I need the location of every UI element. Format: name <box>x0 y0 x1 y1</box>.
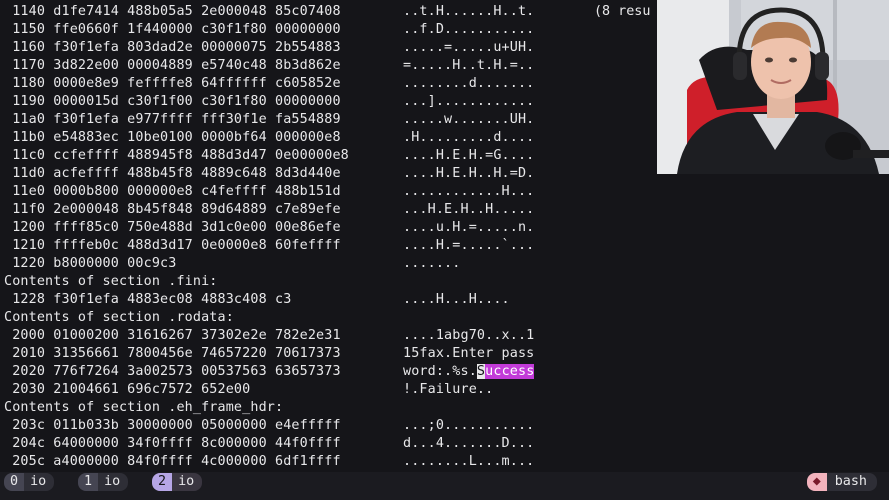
hexdump-ascii: ....1abg70..x..1 <box>403 328 535 343</box>
tmux-status-bar: 0 io 1 io 2 io ◆ bash <box>0 472 889 500</box>
terminal-line: 2030 21004661 696c7572 652e00 !.Failure.. <box>4 381 493 399</box>
terminal-line: 11e0 0000b800 000000e8 c4feffff 488b151d… <box>4 183 534 201</box>
hexdump-ascii: ....... <box>403 256 461 271</box>
hexdump-bytes: 1160 f30f1efa 803dad2e 00000075 2b554883 <box>4 40 341 55</box>
hexdump-ascii: ....H.E.H..H.=D. <box>403 166 535 181</box>
hexdump-bytes: 11a0 f30f1efa e977ffff fff30f1e fa554889 <box>4 112 341 127</box>
hexdump-bytes: 1220 b8000000 00c9c3 <box>4 256 177 271</box>
tmux-session-indicator: ◆ bash <box>806 473 877 491</box>
hexdump-bytes: 1200 ffff85c0 750e488d 3d1c0e00 00e86efe <box>4 220 341 235</box>
terminal-line: 2020 776f7264 3a002573 00537563 63657373… <box>4 363 535 381</box>
hexdump-bytes: 2030 21004661 696c7572 652e00 <box>4 382 251 397</box>
hexdump-ascii: ...H.E.H..H..... <box>403 202 535 217</box>
webcam-overlay <box>657 0 889 174</box>
search-match-highlight: uccess <box>485 364 535 379</box>
hexdump-bytes: 11c0 ccfeffff 488945f8 488d3d47 0e00000e… <box>4 148 349 163</box>
tmux-window-1[interactable]: 1 io <box>78 473 129 491</box>
terminal-line: 11c0 ccfeffff 488945f8 488d3d47 0e00000e… <box>4 147 534 165</box>
hexdump-ascii: .....=.....u+UH. <box>403 40 535 55</box>
terminal-line: 205c a4000000 84f0ffff 4c000000 6df1ffff… <box>4 453 534 471</box>
hexdump-bytes: 11e0 0000b800 000000e8 c4feffff 488b151d <box>4 184 341 199</box>
search-match-cursor: S <box>476 364 486 379</box>
hexdump-bytes: Contents of section .rodata: <box>4 310 234 325</box>
hexdump-bytes: Contents of section .eh_frame_hdr: <box>4 400 284 415</box>
terminal-line: 1170 3d822e00 00004889 e5740c48 8b3d862e… <box>4 57 534 75</box>
hexdump-bytes: 2010 31356661 7800456e 74657220 70617373 <box>4 346 341 361</box>
session-name: bash <box>826 473 877 491</box>
terminal-line: Contents of section .fini: <box>4 273 218 291</box>
hexdump-bytes: Contents of section .fini: <box>4 274 218 289</box>
terminal-line: 1140 d1fe7414 488b05a5 2e000048 85c07408… <box>4 3 534 21</box>
ascii-prefix: word:.%s. <box>403 364 477 379</box>
hexdump-ascii: ...;0........... <box>403 418 535 433</box>
hexdump-ascii: word:.%s.Success <box>403 363 535 381</box>
webcam-image <box>657 0 889 174</box>
hexdump-bytes: 205c a4000000 84f0ffff 4c000000 6df1ffff <box>4 454 341 469</box>
hexdump-bytes: 2000 01000200 31616267 37302e2e 782e2e31 <box>4 328 341 343</box>
terminal-line: 11a0 f30f1efa e977ffff fff30f1e fa554889… <box>4 111 534 129</box>
terminal-line: 11b0 e54883ec 10be0100 0000bf64 000000e8… <box>4 129 534 147</box>
hexdump-ascii: d...4.......D... <box>403 436 535 451</box>
terminal-line: 11d0 acfeffff 488b45f8 4889c648 8d3d440e… <box>4 165 534 183</box>
window-number: 1 <box>78 473 99 491</box>
terminal-line: 1150 ffe0660f 1f440000 c30f1f80 00000000… <box>4 21 534 39</box>
hexdump-bytes: 11f0 2e000048 8b45f848 89d64889 c7e89efe <box>4 202 341 217</box>
hexdump-ascii: 15fax.Enter pass <box>403 346 535 361</box>
hexdump-bytes: 204c 64000000 34f0ffff 8c000000 44f0ffff <box>4 436 341 451</box>
terminal-line: 1160 f30f1efa 803dad2e 00000075 2b554883… <box>4 39 534 57</box>
window-number: 2 <box>152 473 173 491</box>
hexdump-ascii: .H.........d.... <box>403 130 535 145</box>
hexdump-bytes: 11d0 acfeffff 488b45f8 4889c648 8d3d440e <box>4 166 341 181</box>
hexdump-ascii: ....H.E.H.=G.... <box>403 148 535 163</box>
terminal-line: 2000 01000200 31616267 37302e2e 782e2e31… <box>4 327 534 345</box>
terminal-line: 1228 f30f1efa 4883ec08 4883c408 c3 ....H.… <box>4 291 509 309</box>
terminal-line: Contents of section .rodata: <box>4 309 234 327</box>
hexdump-bytes: 1140 d1fe7414 488b05a5 2e000048 85c07408 <box>4 4 341 19</box>
hexdump-bytes: 11b0 e54883ec 10be0100 0000bf64 000000e8 <box>4 130 341 145</box>
terminal-line: 204c 64000000 34f0ffff 8c000000 44f0ffff… <box>4 435 534 453</box>
terminal-line: 2010 31356661 7800456e 74657220 70617373… <box>4 345 534 363</box>
hexdump-ascii: ...]............ <box>403 94 535 109</box>
window-number: 0 <box>4 473 25 491</box>
hexdump-ascii: ............H... <box>403 184 535 199</box>
hexdump-bytes: 1210 ffffeb0c 488d3d17 0e0000e8 60feffff <box>4 238 341 253</box>
hexdump-bytes: 1190 0000015d c30f1f00 c30f1f80 00000000 <box>4 94 341 109</box>
hexdump-bytes: 203c 011b033b 30000000 05000000 e4efffff <box>4 418 341 433</box>
hexdump-ascii: !.Failure.. <box>403 382 494 397</box>
window-name: io <box>24 473 55 491</box>
terminal-line: 1190 0000015d c30f1f00 c30f1f80 00000000… <box>4 93 534 111</box>
tmux-window-0[interactable]: 0 io <box>4 473 55 491</box>
diamond-icon: ◆ <box>806 473 827 491</box>
terminal-line: Contents of section .eh_frame_hdr: <box>4 399 283 417</box>
search-results-indicator: (8 resu <box>594 4 651 19</box>
hexdump-bytes: 1180 0000e8e9 feffffe8 64ffffff c605852e <box>4 76 341 91</box>
hexdump-ascii: .....w.......UH. <box>403 112 535 127</box>
tmux-window-2-active[interactable]: 2 io <box>152 473 203 491</box>
hexdump-bytes: 1170 3d822e00 00004889 e5740c48 8b3d862e <box>4 58 341 73</box>
hexdump-ascii: =.....H..t.H.=.. <box>403 58 535 73</box>
terminal-line: 1180 0000e8e9 feffffe8 64ffffff c605852e… <box>4 75 534 93</box>
hexdump-bytes: 2020 776f7264 3a002573 00537563 63657373 <box>4 364 341 379</box>
hexdump-ascii: ....u.H.=.....n. <box>403 220 535 235</box>
hexdump-bytes: 1150 ffe0660f 1f440000 c30f1f80 00000000 <box>4 22 341 37</box>
hexdump-ascii: ..t.H......H..t. <box>403 4 535 19</box>
terminal-line: 11f0 2e000048 8b45f848 89d64889 c7e89efe… <box>4 201 534 219</box>
terminal-line: 1200 ffff85c0 750e488d 3d1c0e00 00e86efe… <box>4 219 534 237</box>
window-name: io <box>172 473 203 491</box>
terminal-line: 203c 011b033b 30000000 05000000 e4efffff… <box>4 417 534 435</box>
hexdump-ascii: ....H...H.... <box>403 292 510 307</box>
hexdump-ascii: ........L...m... <box>403 454 535 469</box>
window-name: io <box>98 473 129 491</box>
hexdump-bytes: 1228 f30f1efa 4883ec08 4883c408 c3 <box>4 292 292 307</box>
terminal-line: 1220 b8000000 00c9c3....... <box>4 255 460 273</box>
hexdump-ascii: ....H.=.....`... <box>403 238 535 253</box>
terminal-line: 1210 ffffeb0c 488d3d17 0e0000e8 60feffff… <box>4 237 534 255</box>
hexdump-ascii: ..f.D........... <box>403 22 535 37</box>
hexdump-ascii: ........d....... <box>403 76 535 91</box>
